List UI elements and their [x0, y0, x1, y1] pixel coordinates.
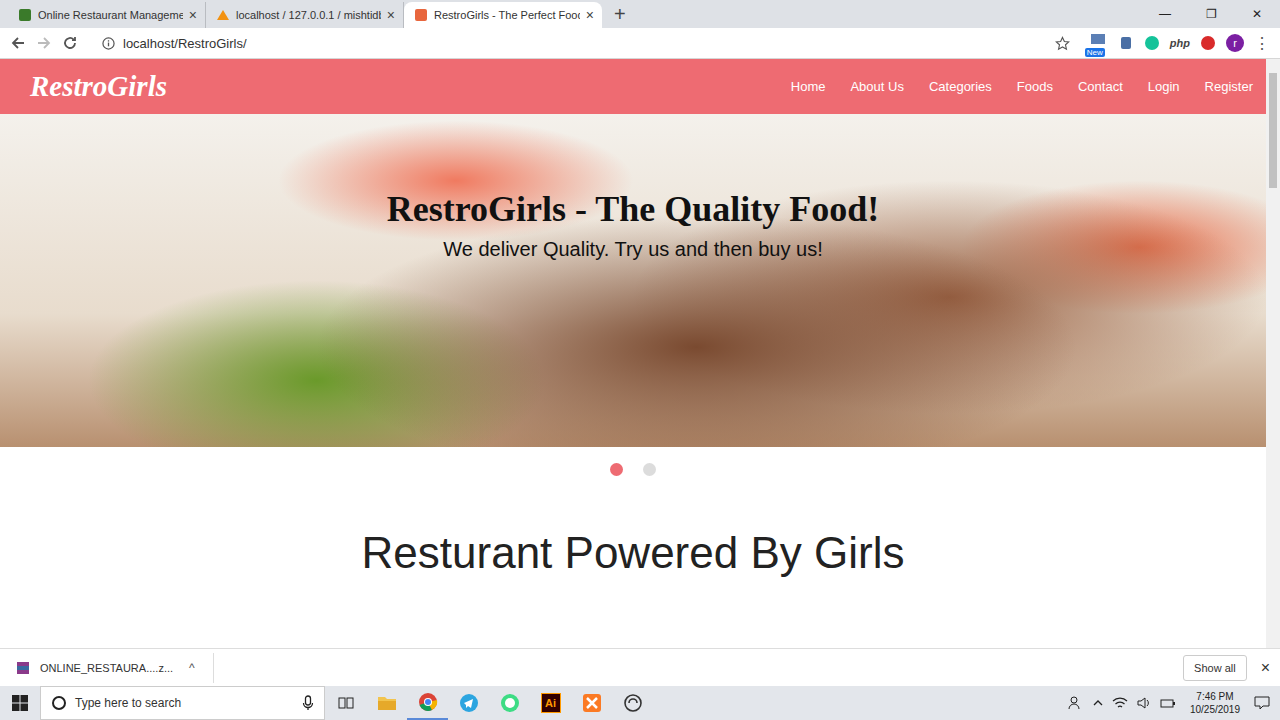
telegram-icon: [459, 693, 479, 713]
chevron-up-icon[interactable]: [1092, 697, 1104, 709]
chrome-button[interactable]: [407, 686, 448, 720]
taskbar-search[interactable]: Type here to search: [40, 686, 325, 720]
extension-button[interactable]: New: [1088, 33, 1108, 53]
browser-tab[interactable]: RestroGirls - The Perfect Food at ×: [404, 2, 602, 28]
hero-subtitle: We deliver Quality. Try us and then buy …: [443, 238, 822, 261]
task-view-icon: [338, 695, 354, 711]
tab-strip: Online Restaurant Management×localhost /…: [0, 0, 1280, 28]
window-control-button[interactable]: ✕: [1234, 0, 1280, 28]
search-placeholder: Type here to search: [75, 696, 181, 710]
browser-toolbar: localhost/RestroGirls/New php r ⋮: [0, 28, 1280, 59]
people-icon[interactable]: [1068, 695, 1084, 711]
browser-menu-button[interactable]: ⋮: [1254, 34, 1270, 53]
system-tray: 7:46 PM10/25/2019: [1068, 686, 1280, 720]
tab-label: localhost / 127.0.0.1 / mishtidb |: [236, 9, 381, 21]
forward-icon[interactable]: [36, 35, 52, 51]
scrollbar[interactable]: [1266, 59, 1280, 648]
android-studio-button[interactable]: [489, 686, 530, 720]
tab-label: Online Restaurant Management: [38, 9, 183, 21]
download-file-name: ONLINE_RESTAURA....z...: [40, 662, 173, 674]
cortana-icon: [51, 695, 67, 711]
adblock-icon[interactable]: [1200, 35, 1216, 51]
carousel-indicators: [0, 447, 1266, 476]
nav-link[interactable]: About Us: [850, 79, 903, 94]
download-bar: ONLINE_RESTAURA....z... ^ Show all ×: [0, 648, 1280, 686]
favicon-icon: [414, 8, 428, 22]
section-heading: Resturant Powered By Girls: [0, 528, 1266, 578]
favicon-icon: [216, 8, 230, 22]
download-item[interactable]: ONLINE_RESTAURA....z... ^: [16, 653, 214, 683]
desktop: Online Restaurant Management×localhost /…: [0, 0, 1280, 720]
android-studio-icon: [500, 693, 520, 713]
window-control-button[interactable]: —: [1142, 0, 1188, 28]
back-icon[interactable]: [10, 35, 26, 51]
nav-link[interactable]: Register: [1205, 79, 1253, 94]
extension-icon: [1090, 33, 1106, 45]
address-text: localhost/RestroGirls/: [123, 36, 247, 51]
tab-close-button[interactable]: ×: [586, 7, 594, 23]
site-logo[interactable]: RestroGirls: [30, 70, 167, 103]
carousel-dot[interactable]: [643, 463, 656, 476]
nav-link[interactable]: Foods: [1017, 79, 1053, 94]
telegram-button[interactable]: [448, 686, 489, 720]
folder-icon: [377, 695, 397, 711]
hero-slide: RestroGirls - The Quality Food! We delive…: [0, 114, 1266, 447]
bookmark-star-icon[interactable]: [1055, 36, 1070, 51]
profile-button[interactable]: r: [1226, 34, 1244, 52]
new-tab-button[interactable]: +: [614, 4, 626, 24]
web-page: RestroGirls Home About Us Categories Foods Co…: [0, 59, 1266, 648]
notifications-icon[interactable]: [1254, 695, 1270, 711]
carousel-dot[interactable]: [610, 463, 623, 476]
illustrator-button[interactable]: Ai: [530, 686, 571, 720]
microphone-icon[interactable]: [302, 695, 314, 711]
windows-icon: [12, 695, 28, 711]
nav-link[interactable]: Home: [791, 79, 826, 94]
close-download-bar-button[interactable]: ×: [1261, 659, 1270, 677]
app-button[interactable]: [612, 686, 653, 720]
clock-time: 7:46 PM: [1196, 690, 1233, 703]
battery-icon[interactable]: [1160, 695, 1176, 711]
nav-link[interactable]: Contact: [1078, 79, 1123, 94]
scrollbar-thumb[interactable]: [1269, 73, 1277, 188]
grammarly-icon[interactable]: [1144, 35, 1160, 51]
xampp-icon: [582, 693, 602, 713]
volume-icon[interactable]: [1136, 695, 1152, 711]
app-icon: [623, 693, 643, 713]
browser-tab[interactable]: Online Restaurant Management ×: [8, 2, 206, 28]
tab-close-button[interactable]: ×: [387, 7, 395, 23]
xampp-button[interactable]: [571, 686, 612, 720]
tab-label: RestroGirls - The Perfect Food at: [434, 9, 580, 21]
task-view-button[interactable]: [325, 686, 366, 720]
illustrator-icon: Ai: [541, 693, 561, 713]
taskbar: Type here to search Ai 7:46 PM10/25/2019: [0, 686, 1280, 720]
favicon-icon: [18, 8, 32, 22]
new-badge: New: [1085, 48, 1105, 57]
reload-icon[interactable]: [62, 35, 78, 51]
clock-date: 10/25/2019: [1190, 703, 1240, 716]
chrome-icon: [418, 692, 438, 712]
nav-link[interactable]: Login: [1148, 79, 1180, 94]
archive-icon: [16, 661, 30, 675]
address-bar[interactable]: localhost/RestroGirls/: [94, 31, 1078, 55]
show-all-button[interactable]: Show all: [1183, 655, 1247, 681]
php-extension-button[interactable]: php: [1170, 37, 1190, 49]
browser-tab[interactable]: localhost / 127.0.0.1 / mishtidb | ×: [206, 2, 404, 28]
nav-link[interactable]: Categories: [929, 79, 992, 94]
site-navbar: RestroGirls Home About Us Categories Foods Co…: [0, 59, 1266, 114]
file-explorer-button[interactable]: [366, 686, 407, 720]
extension-icon[interactable]: [1118, 35, 1134, 51]
page-viewport: RestroGirls Home About Us Categories Foods Co…: [0, 59, 1280, 648]
window-control-button[interactable]: ❐: [1188, 0, 1234, 28]
start-button[interactable]: [0, 686, 40, 720]
taskbar-clock[interactable]: 7:46 PM10/25/2019: [1190, 690, 1240, 716]
download-options-button[interactable]: ^: [189, 661, 195, 675]
wifi-icon[interactable]: [1112, 695, 1128, 711]
tab-close-button[interactable]: ×: [189, 7, 197, 23]
hero-title: RestroGirls - The Quality Food!: [387, 188, 880, 230]
info-icon[interactable]: [102, 37, 115, 50]
